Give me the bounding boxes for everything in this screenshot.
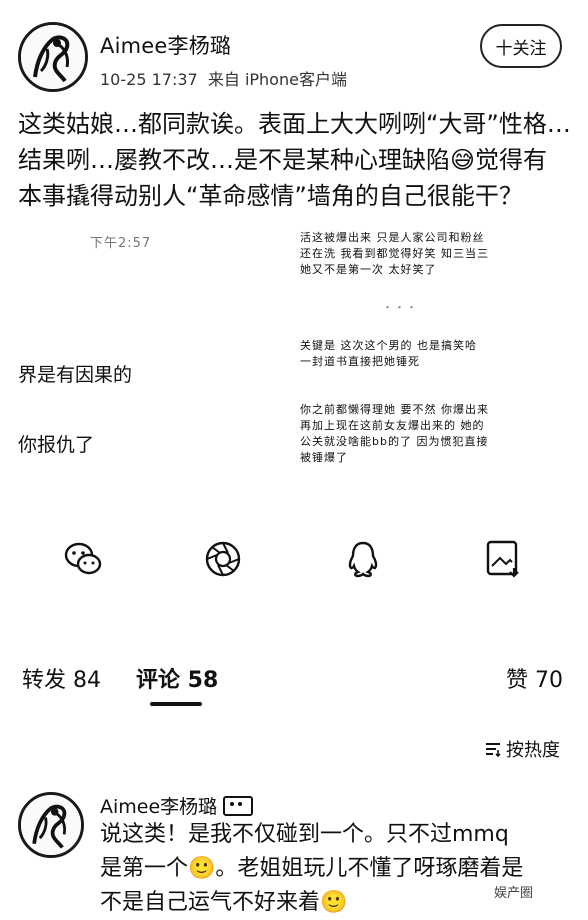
tab-comment[interactable]: 评论 58 [136, 662, 218, 694]
chat-right-line: 被锤爆了 [300, 451, 348, 464]
chat-right-line: 再加上现在这前女友爆出来的 她的 [300, 419, 485, 432]
tab-active-indicator [150, 702, 202, 706]
post-line: 结果咧…屡教不改…是不是某种心理缺陷😅觉得有 [18, 146, 548, 174]
tab-repost[interactable]: 转发 84 [22, 662, 101, 694]
comment-username[interactable]: Aimee李杨璐 [100, 792, 254, 819]
comment-line: 说这类！是我不仅碰到一个。只不过mmq [100, 822, 509, 847]
chat-right-line: 还在洗 我看到都觉得好笑 知三当三 [300, 247, 489, 260]
comment-line: 是第一个🙂。老姐姐玩儿不懂了呀琢磨着是 [100, 856, 524, 881]
chat-right-block: 你之前都懒得理她 要不然 你爆出来 再加上现在这前女友爆出来的 她的 公关就没啥… [300, 402, 540, 466]
watermark: 娱产圈 [490, 882, 538, 901]
chat-right-line: 你之前都懒得理她 要不然 你爆出来 [300, 403, 489, 416]
post-time: 10-25 17:37 [100, 70, 198, 89]
post-image[interactable]: 下午2:57 界是有因果的 你报仇了 活这被爆出来 只是人家公司和粉丝 还在洗 … [0, 220, 588, 510]
chat-right-line: 活这被爆出来 只是人家公司和粉丝 [300, 231, 485, 244]
chat-right-line: 公关就没啥能bb的了 因为惯犯直接 [300, 435, 489, 448]
sort-icon [486, 743, 501, 758]
avatar-illustration-icon [21, 25, 85, 89]
chat-right-block: 关键是 这次这个男的 也是搞笑哈 一封道书直接把她锤死 [300, 338, 530, 370]
chat-right-line: 她又不是第一次 太好笑了 [300, 263, 437, 276]
avatar-illustration-icon [21, 795, 81, 855]
chat-left-line: 界是有因果的 [18, 364, 133, 386]
chat-dots: ・・・ [382, 301, 418, 314]
chat-right-block: 活这被爆出来 只是人家公司和粉丝 还在洗 我看到都觉得好笑 知三当三 她又不是第… [300, 230, 530, 278]
comment-username-text: Aimee李杨璐 [100, 796, 218, 818]
qq-icon[interactable] [342, 538, 384, 580]
comment-avatar[interactable] [18, 792, 84, 858]
post-body: 这类姑娘…都同款诶。表面上大大咧咧“大哥”性格… 结果咧…屡教不改…是不是某种心… [18, 106, 578, 214]
post-line: 本事撬得动别人“革命感情”墙角的自己很能干？ [18, 182, 523, 210]
sort-label: 按热度 [506, 740, 560, 761]
wechat-icon[interactable] [62, 538, 104, 580]
chat-left-line: 你报仇了 [18, 434, 95, 456]
post-username[interactable]: Aimee李杨璐 [100, 30, 231, 60]
comment-body: 说这类！是我不仅碰到一个。只不过mmq 是第一个🙂。老姐姐玩儿不懂了呀琢磨着是 … [100, 818, 580, 920]
moments-icon[interactable] [202, 538, 244, 580]
chat-right-line: 一封道书直接把她锤死 [300, 355, 420, 368]
vip-badge-icon [223, 795, 254, 816]
sort-toggle[interactable]: 按热度 [484, 736, 560, 762]
post-avatar[interactable] [18, 22, 88, 92]
save-image-icon[interactable] [482, 538, 524, 580]
watermark-text: 娱产圈 [494, 886, 534, 901]
follow-button[interactable]: 十关注 [480, 24, 562, 68]
post-meta: 10-25 17:37 来自 iPhone客户端 [100, 66, 347, 90]
tab-like[interactable]: 赞 70 [506, 662, 563, 694]
chat-right-line: 关键是 这次这个男的 也是搞笑哈 [300, 339, 477, 352]
chat-time: 下午2:57 [90, 236, 152, 251]
post-line: 这类姑娘…都同款诶。表面上大大咧咧“大哥”性格… [18, 110, 571, 138]
post-source: 来自 iPhone客户端 [207, 70, 347, 89]
